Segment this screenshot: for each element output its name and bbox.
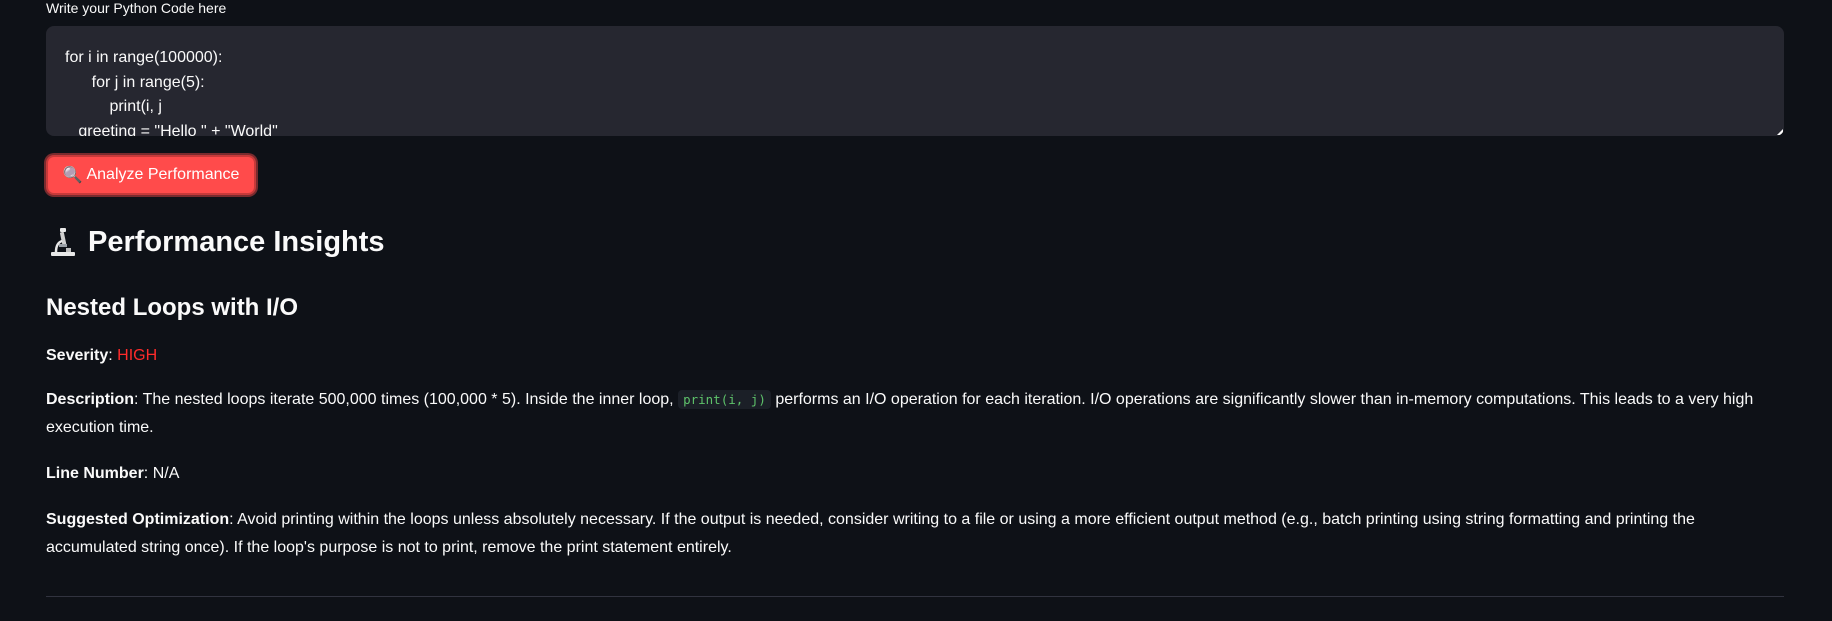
description-text-pre: : The nested loops iterate 500,000 times… (134, 391, 679, 408)
issue-title: Nested Loops with I/O (46, 294, 299, 321)
code-textarea-content[interactable]: for i in range(100000): for j in range(5… (46, 26, 1784, 136)
severity-label: Severity (46, 347, 109, 364)
analyze-button-label: Analyze Performance (86, 166, 240, 183)
line-number-label: Line Number (46, 465, 144, 482)
section-divider (46, 596, 1784, 597)
code-input-label: Write your Python Code here (46, 0, 227, 16)
description-label: Description (46, 391, 135, 408)
line-number-value: : N/A (143, 465, 180, 482)
app-page: Write your Python Code here for i in ran… (0, 0, 1832, 621)
severity-badge: HIGH (117, 347, 158, 364)
insights-heading: Performance Insights (46, 222, 385, 262)
microscope-icon (51, 228, 75, 256)
severity-line: Severity: HIGH (46, 347, 158, 364)
code-textarea[interactable]: for i in range(100000): for j in range(5… (46, 26, 1784, 136)
optimization-text: : Avoid printing within the loops unless… (46, 511, 1695, 556)
magnifier-icon: 🔍 (62, 167, 83, 184)
optimization-paragraph: Suggested Optimization: Avoid printing w… (46, 506, 1786, 562)
description-paragraph: Description: The nested loops iterate 50… (46, 386, 1786, 442)
analyze-performance-button[interactable]: 🔍 Analyze Performance (46, 155, 256, 195)
resize-handle[interactable] (1777, 129, 1783, 135)
line-number-line: Line Number: N/A (46, 460, 1786, 488)
inline-code: print(i, j) (678, 390, 771, 409)
optimization-label: Suggested Optimization (46, 511, 230, 528)
insights-heading-text: Performance Insights (88, 226, 385, 258)
